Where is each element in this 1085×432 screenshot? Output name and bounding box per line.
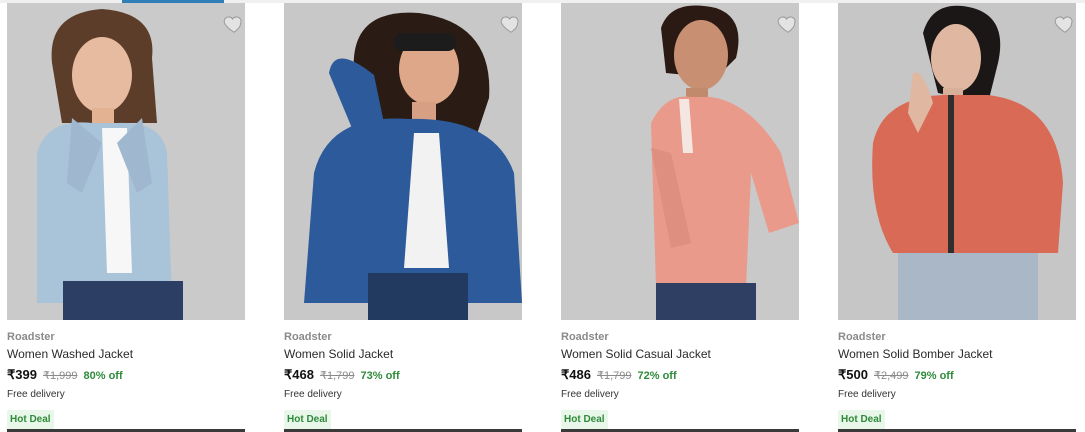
- discount-label: 72% off: [637, 370, 677, 382]
- hot-deal-badge: Hot Deal: [284, 410, 331, 430]
- heart-icon[interactable]: [1054, 13, 1076, 35]
- heart-icon[interactable]: [223, 13, 245, 35]
- product-photo-illustration: [561, 3, 799, 320]
- product-price: ₹399: [7, 367, 37, 382]
- product-mrp: ₹1,799: [319, 370, 355, 382]
- product-photo-illustration: [284, 3, 522, 320]
- product-photo-illustration: [7, 3, 245, 320]
- hot-deal-badge: Hot Deal: [7, 410, 54, 430]
- product-name[interactable]: Women Solid Jacket: [284, 346, 522, 362]
- product-image[interactable]: [284, 3, 522, 320]
- delivery-info: Free delivery: [7, 389, 65, 400]
- price-row: ₹486 ₹1,799 72% off: [561, 367, 799, 384]
- product-name[interactable]: Women Washed Jacket: [7, 346, 245, 362]
- product-mrp: ₹1,999: [42, 370, 78, 382]
- product-price: ₹500: [838, 367, 868, 382]
- product-image[interactable]: [838, 3, 1076, 320]
- product-grid: Roadster Women Washed Jacket ₹399 ₹1,999…: [7, 3, 1076, 432]
- product-price: ₹486: [561, 367, 591, 382]
- product-brand: Roadster: [561, 331, 609, 343]
- delivery-info: Free delivery: [838, 389, 896, 400]
- product-brand: Roadster: [7, 331, 55, 343]
- discount-label: 73% off: [360, 370, 400, 382]
- price-row: ₹399 ₹1,999 80% off: [7, 367, 245, 384]
- heart-icon[interactable]: [777, 13, 799, 35]
- heart-icon[interactable]: [500, 13, 522, 35]
- product-mrp: ₹2,499: [873, 370, 909, 382]
- product-photo-illustration: [838, 3, 1076, 320]
- discount-label: 80% off: [83, 370, 123, 382]
- hot-deal-badge: Hot Deal: [838, 410, 885, 430]
- hot-deal-badge: Hot Deal: [561, 410, 608, 430]
- product-image[interactable]: [7, 3, 245, 320]
- discount-label: 79% off: [914, 370, 954, 382]
- product-card[interactable]: Roadster Women Washed Jacket ₹399 ₹1,999…: [7, 3, 245, 432]
- price-row: ₹468 ₹1,799 73% off: [284, 367, 522, 384]
- delivery-info: Free delivery: [284, 389, 342, 400]
- product-mrp: ₹1,799: [596, 370, 632, 382]
- product-brand: Roadster: [838, 331, 886, 343]
- product-card[interactable]: Roadster Women Solid Casual Jacket ₹486 …: [561, 3, 799, 432]
- delivery-info: Free delivery: [561, 389, 619, 400]
- product-card[interactable]: Roadster Women Solid Jacket ₹468 ₹1,799 …: [284, 3, 522, 432]
- price-row: ₹500 ₹2,499 79% off: [838, 367, 1076, 384]
- product-image[interactable]: [561, 3, 799, 320]
- product-brand: Roadster: [284, 331, 332, 343]
- product-card[interactable]: Roadster Women Solid Bomber Jacket ₹500 …: [838, 3, 1076, 432]
- product-name[interactable]: Women Solid Bomber Jacket: [838, 346, 1076, 362]
- product-name[interactable]: Women Solid Casual Jacket: [561, 346, 799, 362]
- product-price: ₹468: [284, 367, 314, 382]
